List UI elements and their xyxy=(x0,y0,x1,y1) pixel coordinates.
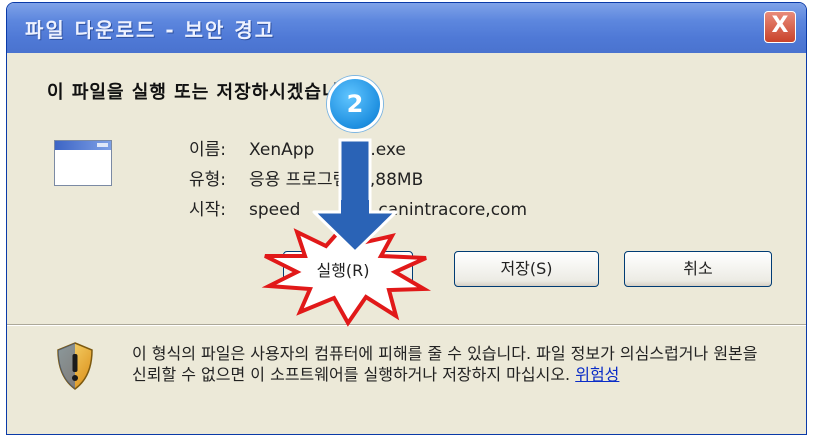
run-button-label-overlay: 실행(R) xyxy=(316,261,370,280)
file-name-label: 이름: xyxy=(189,140,227,160)
file-name-value: XenApp xyxy=(249,140,315,160)
file-source-suffix: canintracore,com xyxy=(378,200,528,220)
file-type-label: 유형: xyxy=(189,170,227,190)
file-name-suffix: .exe xyxy=(370,140,406,160)
step-number-badge: 2 xyxy=(327,76,383,132)
risk-link[interactable]: 위험성 xyxy=(575,365,619,384)
download-security-dialog: 파일 다운로드 - 보안 경고 X 이 파일을 실행 또는 저장하시겠습니까? … xyxy=(6,2,807,435)
file-source-value: speed xyxy=(249,200,301,220)
cancel-button[interactable]: 취소 xyxy=(624,251,772,287)
close-button[interactable]: X xyxy=(764,11,796,43)
file-source-label: 시작: xyxy=(189,200,227,220)
file-source-row: 시작: speed canintracore,com xyxy=(189,195,527,220)
file-type-row: 유형: 응용 프로그램, 4,88MB xyxy=(189,165,423,190)
application-file-icon xyxy=(54,140,112,186)
save-button[interactable]: 저장(S) xyxy=(454,251,599,287)
title-bar[interactable]: 파일 다운로드 - 보안 경고 X xyxy=(7,3,806,53)
warning-message: 이 형식의 파일은 사용자의 컴퓨터에 피해를 줄 수 있습니다. 파일 정보가… xyxy=(132,344,758,384)
security-warning-text: 이 형식의 파일은 사용자의 컴퓨터에 피해를 줄 수 있습니다. 파일 정보가… xyxy=(132,343,772,385)
security-shield-icon xyxy=(57,342,93,390)
divider xyxy=(7,324,806,326)
run-or-save-question: 이 파일을 실행 또는 저장하시겠습니까? xyxy=(47,82,369,103)
file-name-row: 이름: XenApp .exe xyxy=(189,135,406,160)
file-type-value: 응용 프로그램, 4,88MB xyxy=(249,170,424,190)
dialog-title: 파일 다운로드 - 보안 경고 xyxy=(25,18,276,42)
